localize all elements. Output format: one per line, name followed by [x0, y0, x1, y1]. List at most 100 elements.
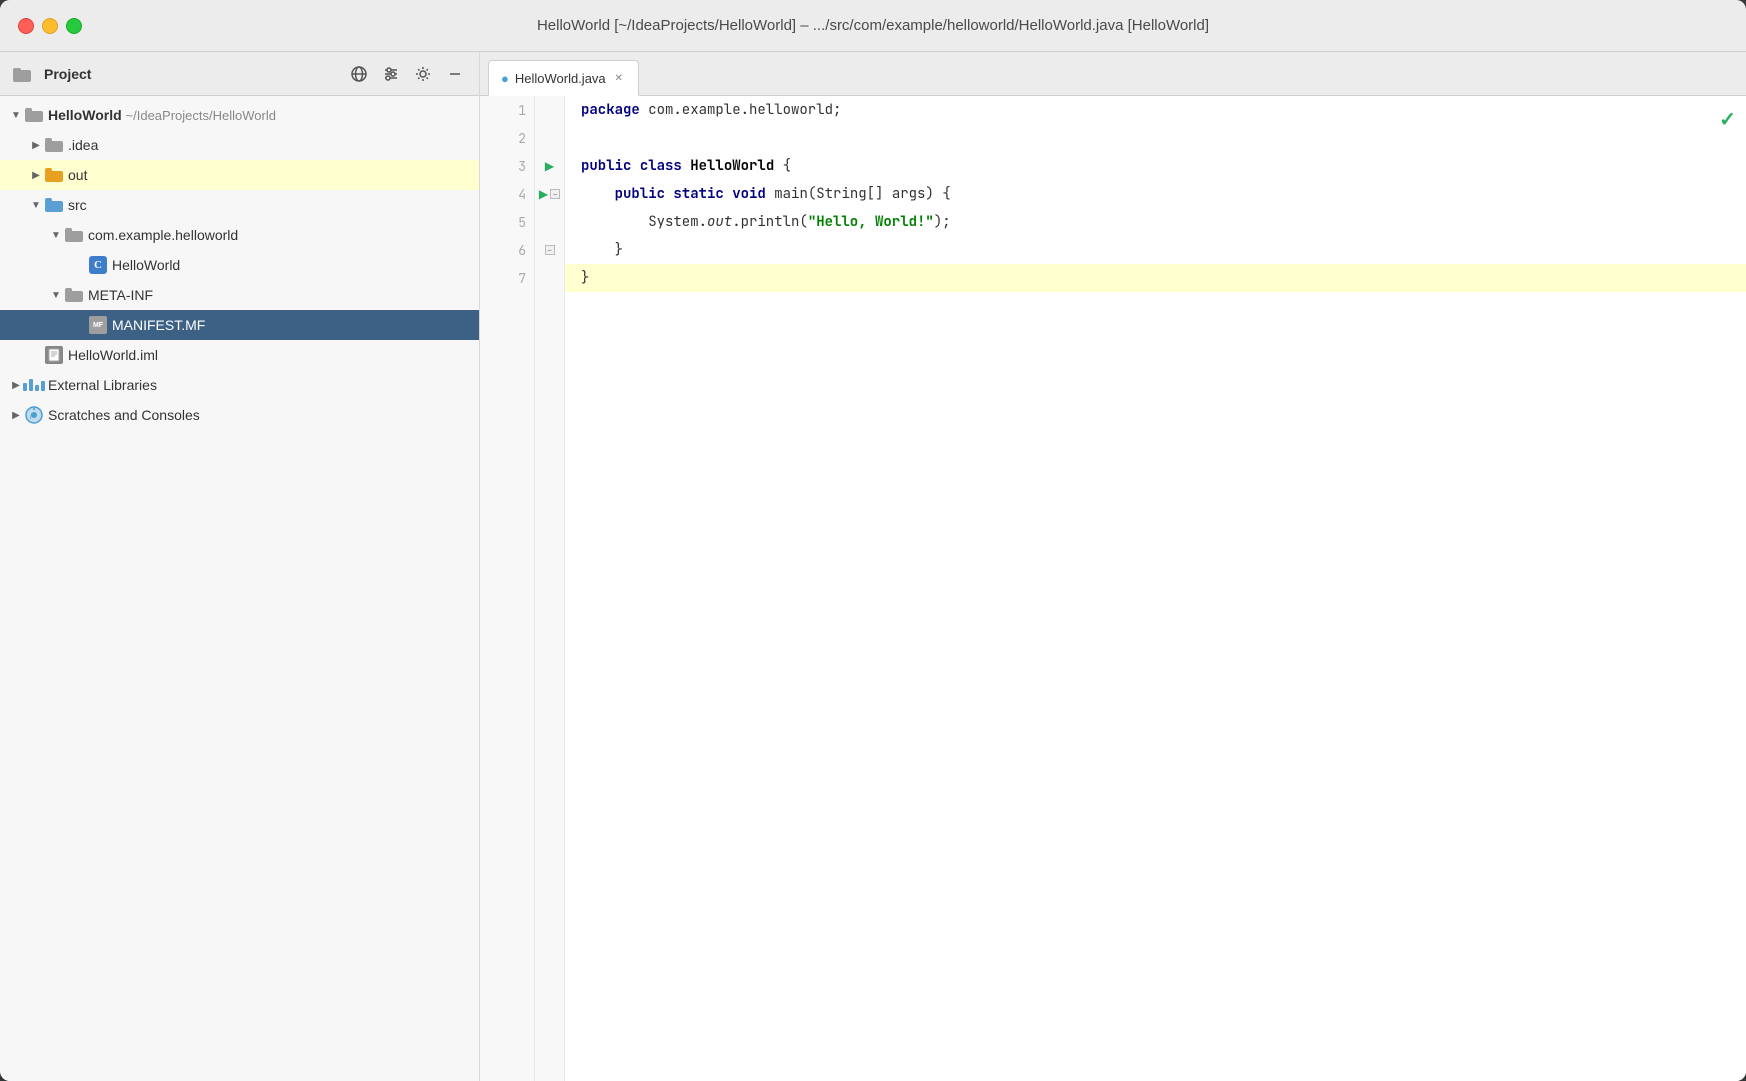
scratches-icon: i — [24, 405, 44, 425]
tree-item-manifest[interactable]: ▶ MF MANIFEST.MF — [0, 310, 479, 340]
manifest-label: MANIFEST.MF — [112, 317, 205, 333]
folder-icon — [24, 105, 44, 125]
root-path: ~/IdeaProjects/HelloWorld — [126, 108, 276, 123]
line-3: 3 — [480, 152, 534, 180]
meta-folder-icon — [64, 285, 84, 305]
expand-arrow-src: ▼ — [28, 197, 44, 213]
tab-label: HelloWorld.java — [515, 71, 606, 86]
idea-label: .idea — [68, 137, 98, 153]
tree-item-meta-inf[interactable]: ▼ META-INF — [0, 280, 479, 310]
main-window: HelloWorld [~/IdeaProjects/HelloWorld] –… — [0, 0, 1746, 1081]
run-main-icon[interactable]: ▶ — [539, 187, 548, 201]
keyword-public-2: public — [615, 185, 665, 203]
string-literal: "Hello, World!" — [808, 213, 934, 231]
line-6: 6 — [480, 236, 534, 264]
gutter-cell-3[interactable]: ▶ — [535, 152, 564, 180]
editor-area: ● HelloWorld.java ✕ 1 2 3 4 5 6 — [480, 52, 1746, 1081]
out-label: out — [68, 167, 87, 183]
editor-tabs: ● HelloWorld.java ✕ — [480, 52, 1746, 96]
code-line-2 — [565, 124, 1746, 152]
keyword-public-1: public — [581, 157, 631, 175]
tree-item-out[interactable]: ▶ out — [0, 160, 479, 190]
class-name: HelloWorld — [690, 157, 774, 175]
package-name: com.example.helloworld; — [640, 101, 842, 119]
sidebar-tree: ▼ HelloWorld ~/IdeaProjects/HelloWorld ▶ — [0, 96, 479, 1081]
run-class-icon[interactable]: ▶ — [545, 159, 554, 173]
code-line-5: System. out .println( "Hello, World!" ); — [565, 208, 1746, 236]
external-libs-label: External Libraries — [48, 377, 157, 393]
svg-text:i: i — [30, 412, 32, 421]
expand-arrow-com: ▼ — [48, 227, 64, 243]
tree-item-src[interactable]: ▼ src — [0, 190, 479, 220]
minimize-button[interactable] — [42, 18, 58, 34]
folder-gray-icon — [44, 135, 64, 155]
gutter-cell-4[interactable]: ▶ − — [535, 180, 564, 208]
folder-orange-icon — [44, 165, 64, 185]
gutter-cell-2 — [535, 124, 564, 152]
root-label: HelloWorld — [48, 107, 122, 123]
manifest-file-icon: MF — [88, 315, 108, 335]
maximize-button[interactable] — [66, 18, 82, 34]
code-line-1: package com.example.helloworld; — [565, 96, 1746, 124]
gutter-cell-7 — [535, 264, 564, 292]
src-label: src — [68, 197, 87, 213]
gutter-cell-1 — [535, 96, 564, 124]
iml-file-icon — [44, 345, 64, 365]
code-line-3: public class HelloWorld { — [565, 152, 1746, 180]
line-2: 2 — [480, 124, 534, 152]
main-layout: Project ▼ — [0, 52, 1746, 1081]
earth-icon[interactable] — [347, 62, 371, 86]
code-editor[interactable]: 1 2 3 4 5 6 7 ▶ — [480, 96, 1746, 1081]
scratches-label: Scratches and Consoles — [48, 407, 200, 423]
tree-item-helloworld-class[interactable]: ▶ C HelloWorld — [0, 250, 479, 280]
line-numbers: 1 2 3 4 5 6 7 — [480, 96, 535, 1081]
expand-arrow-scratches: ▶ — [8, 407, 24, 423]
keyword-class: class — [640, 157, 682, 175]
libraries-icon — [24, 375, 44, 395]
gear-icon[interactable] — [411, 62, 435, 86]
line-7: 7 — [480, 264, 534, 292]
fold-brace-icon[interactable]: − — [545, 245, 555, 255]
sidebar-toolbar: Project — [0, 52, 479, 96]
keyword-void: void — [732, 185, 766, 203]
iml-label: HelloWorld.iml — [68, 347, 158, 363]
meta-inf-label: META-INF — [88, 287, 153, 303]
code-line-6: } — [565, 236, 1746, 264]
line-4: 4 — [480, 180, 534, 208]
code-line-7: } — [565, 264, 1746, 292]
code-content[interactable]: package com.example.helloworld; public c… — [565, 96, 1746, 1081]
gutter-cell-6: − — [535, 236, 564, 264]
close-button[interactable] — [18, 18, 34, 34]
tree-item-helloworld-root[interactable]: ▼ HelloWorld ~/IdeaProjects/HelloWorld — [0, 100, 479, 130]
sidebar: Project ▼ — [0, 52, 480, 1081]
tab-close-button[interactable]: ✕ — [612, 71, 626, 85]
tree-item-scratches[interactable]: ▶ i Scratches and Consoles — [0, 400, 479, 430]
keyword-package: package — [581, 101, 640, 119]
helloworld-class-label: HelloWorld — [112, 257, 180, 273]
tree-item-iml[interactable]: ▶ HelloWorld.iml — [0, 340, 479, 370]
expand-arrow-out: ▶ — [28, 167, 44, 183]
tree-item-idea[interactable]: ▶ .idea — [0, 130, 479, 160]
sliders-icon[interactable] — [379, 62, 403, 86]
expand-arrow: ▼ — [8, 107, 24, 123]
editor-wrapper: ● HelloWorld.java ✕ 1 2 3 4 5 6 — [480, 52, 1746, 1081]
tree-item-com-example[interactable]: ▼ com.example.helloworld — [0, 220, 479, 250]
expand-arrow-libs: ▶ — [8, 377, 24, 393]
expand-arrow-meta: ▼ — [48, 287, 64, 303]
tab-helloworld-java[interactable]: ● HelloWorld.java ✕ — [488, 60, 639, 96]
keyword-static: static — [673, 185, 723, 203]
titlebar: HelloWorld [~/IdeaProjects/HelloWorld] –… — [0, 0, 1746, 52]
project-folder-icon — [12, 64, 32, 84]
tree-item-external-libs[interactable]: ▶ External Libraries — [0, 370, 479, 400]
class-file-icon: C — [88, 255, 108, 275]
validation-checkmark: ✓ — [1719, 107, 1736, 132]
minus-icon[interactable] — [443, 62, 467, 86]
expand-arrow-idea: ▶ — [28, 137, 44, 153]
line-1: 1 — [480, 96, 534, 124]
traffic-lights — [18, 18, 82, 34]
line-5: 5 — [480, 208, 534, 236]
fold-method-icon[interactable]: − — [550, 189, 560, 199]
gutter-cell-5 — [535, 208, 564, 236]
folder-blue-icon — [44, 195, 64, 215]
gutter: ▶ ▶ − − — [535, 96, 565, 1081]
